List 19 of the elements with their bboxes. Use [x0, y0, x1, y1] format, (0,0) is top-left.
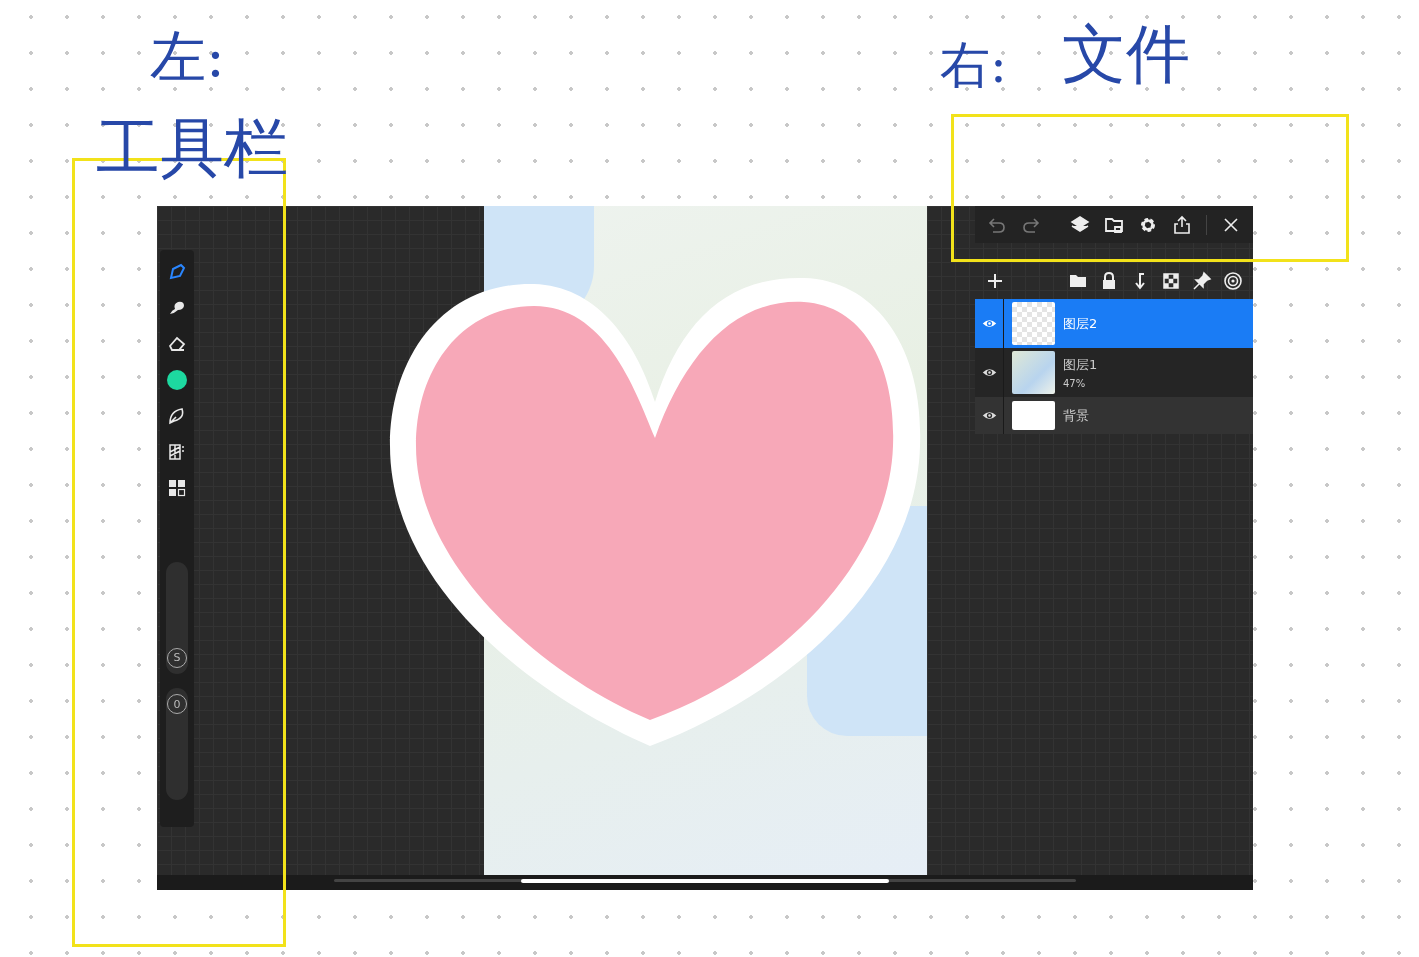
- layer-name: 图层2: [1063, 314, 1098, 333]
- add-icon[interactable]: [985, 271, 1005, 291]
- layer-thumbnail: [1012, 401, 1055, 430]
- layer-row[interactable]: 图层2: [975, 299, 1253, 348]
- handwritten-note: 左:: [150, 23, 225, 91]
- layer-row[interactable]: 图层1 47%: [975, 348, 1253, 397]
- share-icon[interactable]: [1172, 214, 1192, 235]
- layer-thumbnail: [1012, 302, 1055, 345]
- layer-name: 背景: [1063, 406, 1089, 425]
- layer-name: 图层1: [1063, 356, 1098, 374]
- layer-row[interactable]: 背景: [975, 397, 1253, 434]
- handwritten-note: 右:: [940, 35, 1007, 96]
- checker-icon[interactable]: [1161, 271, 1181, 291]
- layer-thumbnail: [1012, 351, 1055, 394]
- handwritten-note: 文件: [1062, 16, 1190, 93]
- target-icon[interactable]: [1223, 271, 1243, 291]
- layers-icon[interactable]: [1070, 214, 1090, 235]
- layer-opacity: 47%: [1063, 378, 1087, 389]
- pin-icon[interactable]: [1192, 271, 1212, 291]
